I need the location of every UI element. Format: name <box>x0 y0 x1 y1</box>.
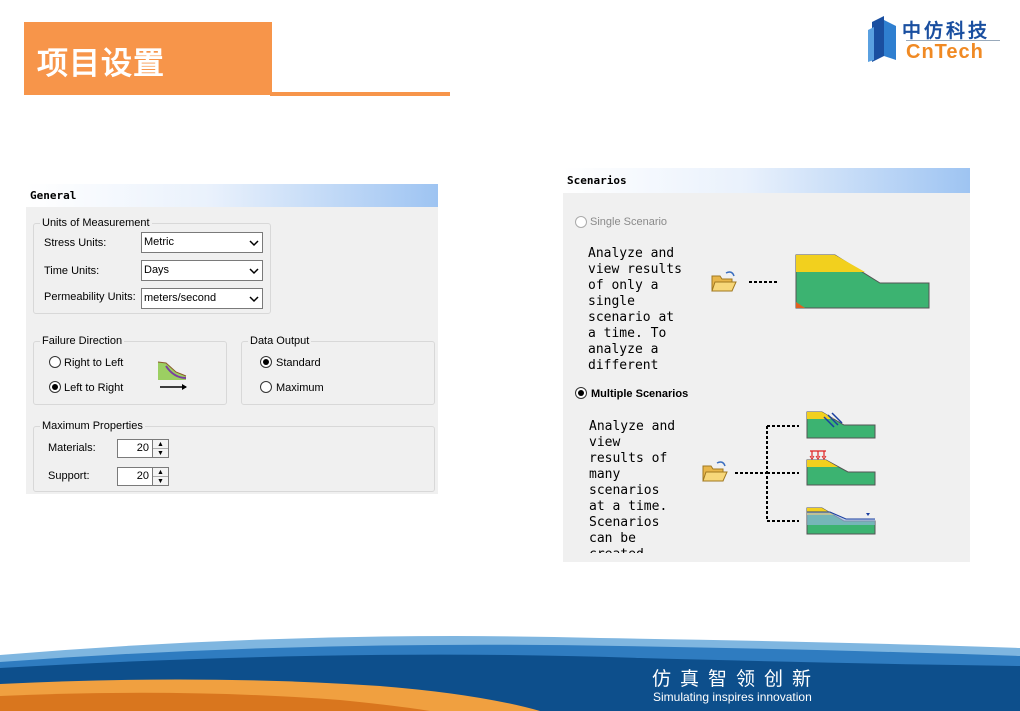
stress-units-value: Metric <box>144 236 174 248</box>
support-label: Support: <box>48 470 90 482</box>
data-output-title: Data Output <box>248 335 312 347</box>
dropdown-arrow-icon <box>249 240 259 247</box>
spin-down-icon[interactable]: ▼ <box>153 449 168 458</box>
spin-up-icon[interactable]: ▲ <box>153 440 168 449</box>
company-logo: 中仿科技 CnTech <box>866 14 1006 66</box>
folder-open-icon <box>711 271 737 292</box>
right-to-left-label: Right to Left <box>64 357 124 369</box>
failure-direction-title: Failure Direction <box>40 335 125 347</box>
single-scenario-description: Analyze and view results of only a singl… <box>588 246 682 373</box>
spin-down-icon[interactable]: ▼ <box>153 477 168 486</box>
scenarios-panel: Scenarios Single Scenario Analyze and vi… <box>563 168 970 562</box>
time-units-value: Days <box>144 264 170 276</box>
time-units-label: Time Units: <box>44 265 100 277</box>
logo-chinese-name: 中仿科技 <box>902 20 991 42</box>
logo-english-name: CnTech <box>906 41 984 63</box>
left-to-right-label: Left to Right <box>64 382 124 394</box>
title-banner: 项目设置 <box>24 22 272 95</box>
maximum-properties-title: Maximum Properties <box>40 420 145 432</box>
single-scenario-radio[interactable] <box>575 216 587 228</box>
multiple-scenarios-radio[interactable] <box>575 387 587 399</box>
dropdown-arrow-icon <box>249 296 259 303</box>
scenario-tree-connector <box>735 425 799 522</box>
standard-output-radio[interactable] <box>260 356 272 368</box>
data-output-group: Data Output <box>241 335 435 405</box>
folder-open-icon <box>702 461 728 482</box>
time-units-select[interactable]: Days <box>141 260 263 281</box>
slope-model-icon <box>806 450 876 486</box>
units-group-title: Units of Measurement <box>40 217 152 229</box>
stress-units-select[interactable]: Metric <box>141 232 263 253</box>
footer-slogan-chinese: 仿真智领创新 <box>652 668 821 690</box>
support-value[interactable]: 20 <box>117 467 153 486</box>
multiple-scenarios-description: Analyze and view results of many scenari… <box>589 419 676 553</box>
general-panel: General Units of Measurement Stress Unit… <box>26 184 438 494</box>
materials-spin-buttons[interactable]: ▲ ▼ <box>153 439 169 458</box>
permeability-units-label: Permeability Units: <box>44 291 136 303</box>
materials-label: Materials: <box>48 442 96 454</box>
right-to-left-radio[interactable] <box>49 356 61 368</box>
title-underline <box>270 92 450 96</box>
slope-model-icon <box>806 507 876 535</box>
slope-direction-icon <box>157 361 187 390</box>
dropdown-arrow-icon <box>249 268 259 275</box>
footer-wave-decoration <box>0 636 1020 711</box>
multiple-scenarios-label: Multiple Scenarios <box>591 388 689 400</box>
footer-slogan-english: Simulating inspires innovation <box>653 690 812 704</box>
general-panel-header: General <box>26 184 438 207</box>
standard-output-label: Standard <box>276 357 321 369</box>
support-stepper[interactable]: 20 ▲ ▼ <box>117 467 171 486</box>
maximum-properties-group: Maximum Properties <box>33 420 435 492</box>
spin-up-icon[interactable]: ▲ <box>153 468 168 477</box>
permeability-units-select[interactable]: meters/second <box>141 288 263 309</box>
maximum-output-radio[interactable] <box>260 381 272 393</box>
connector-line <box>749 281 779 283</box>
slope-model-icon <box>806 411 876 439</box>
materials-stepper[interactable]: 20 ▲ ▼ <box>117 439 171 458</box>
page-title: 项目设置 <box>37 46 165 82</box>
support-spin-buttons[interactable]: ▲ ▼ <box>153 467 169 486</box>
stress-units-label: Stress Units: <box>44 237 107 249</box>
single-scenario-label: Single Scenario <box>590 216 668 228</box>
logo-mark-icon <box>868 16 896 62</box>
failure-direction-group: Failure Direction <box>33 335 227 405</box>
left-to-right-radio[interactable] <box>49 381 61 393</box>
slope-model-icon <box>795 254 930 309</box>
permeability-units-value: meters/second <box>144 292 217 304</box>
materials-value[interactable]: 20 <box>117 439 153 458</box>
maximum-output-label: Maximum <box>276 382 324 394</box>
scenarios-panel-header: Scenarios <box>563 168 970 193</box>
